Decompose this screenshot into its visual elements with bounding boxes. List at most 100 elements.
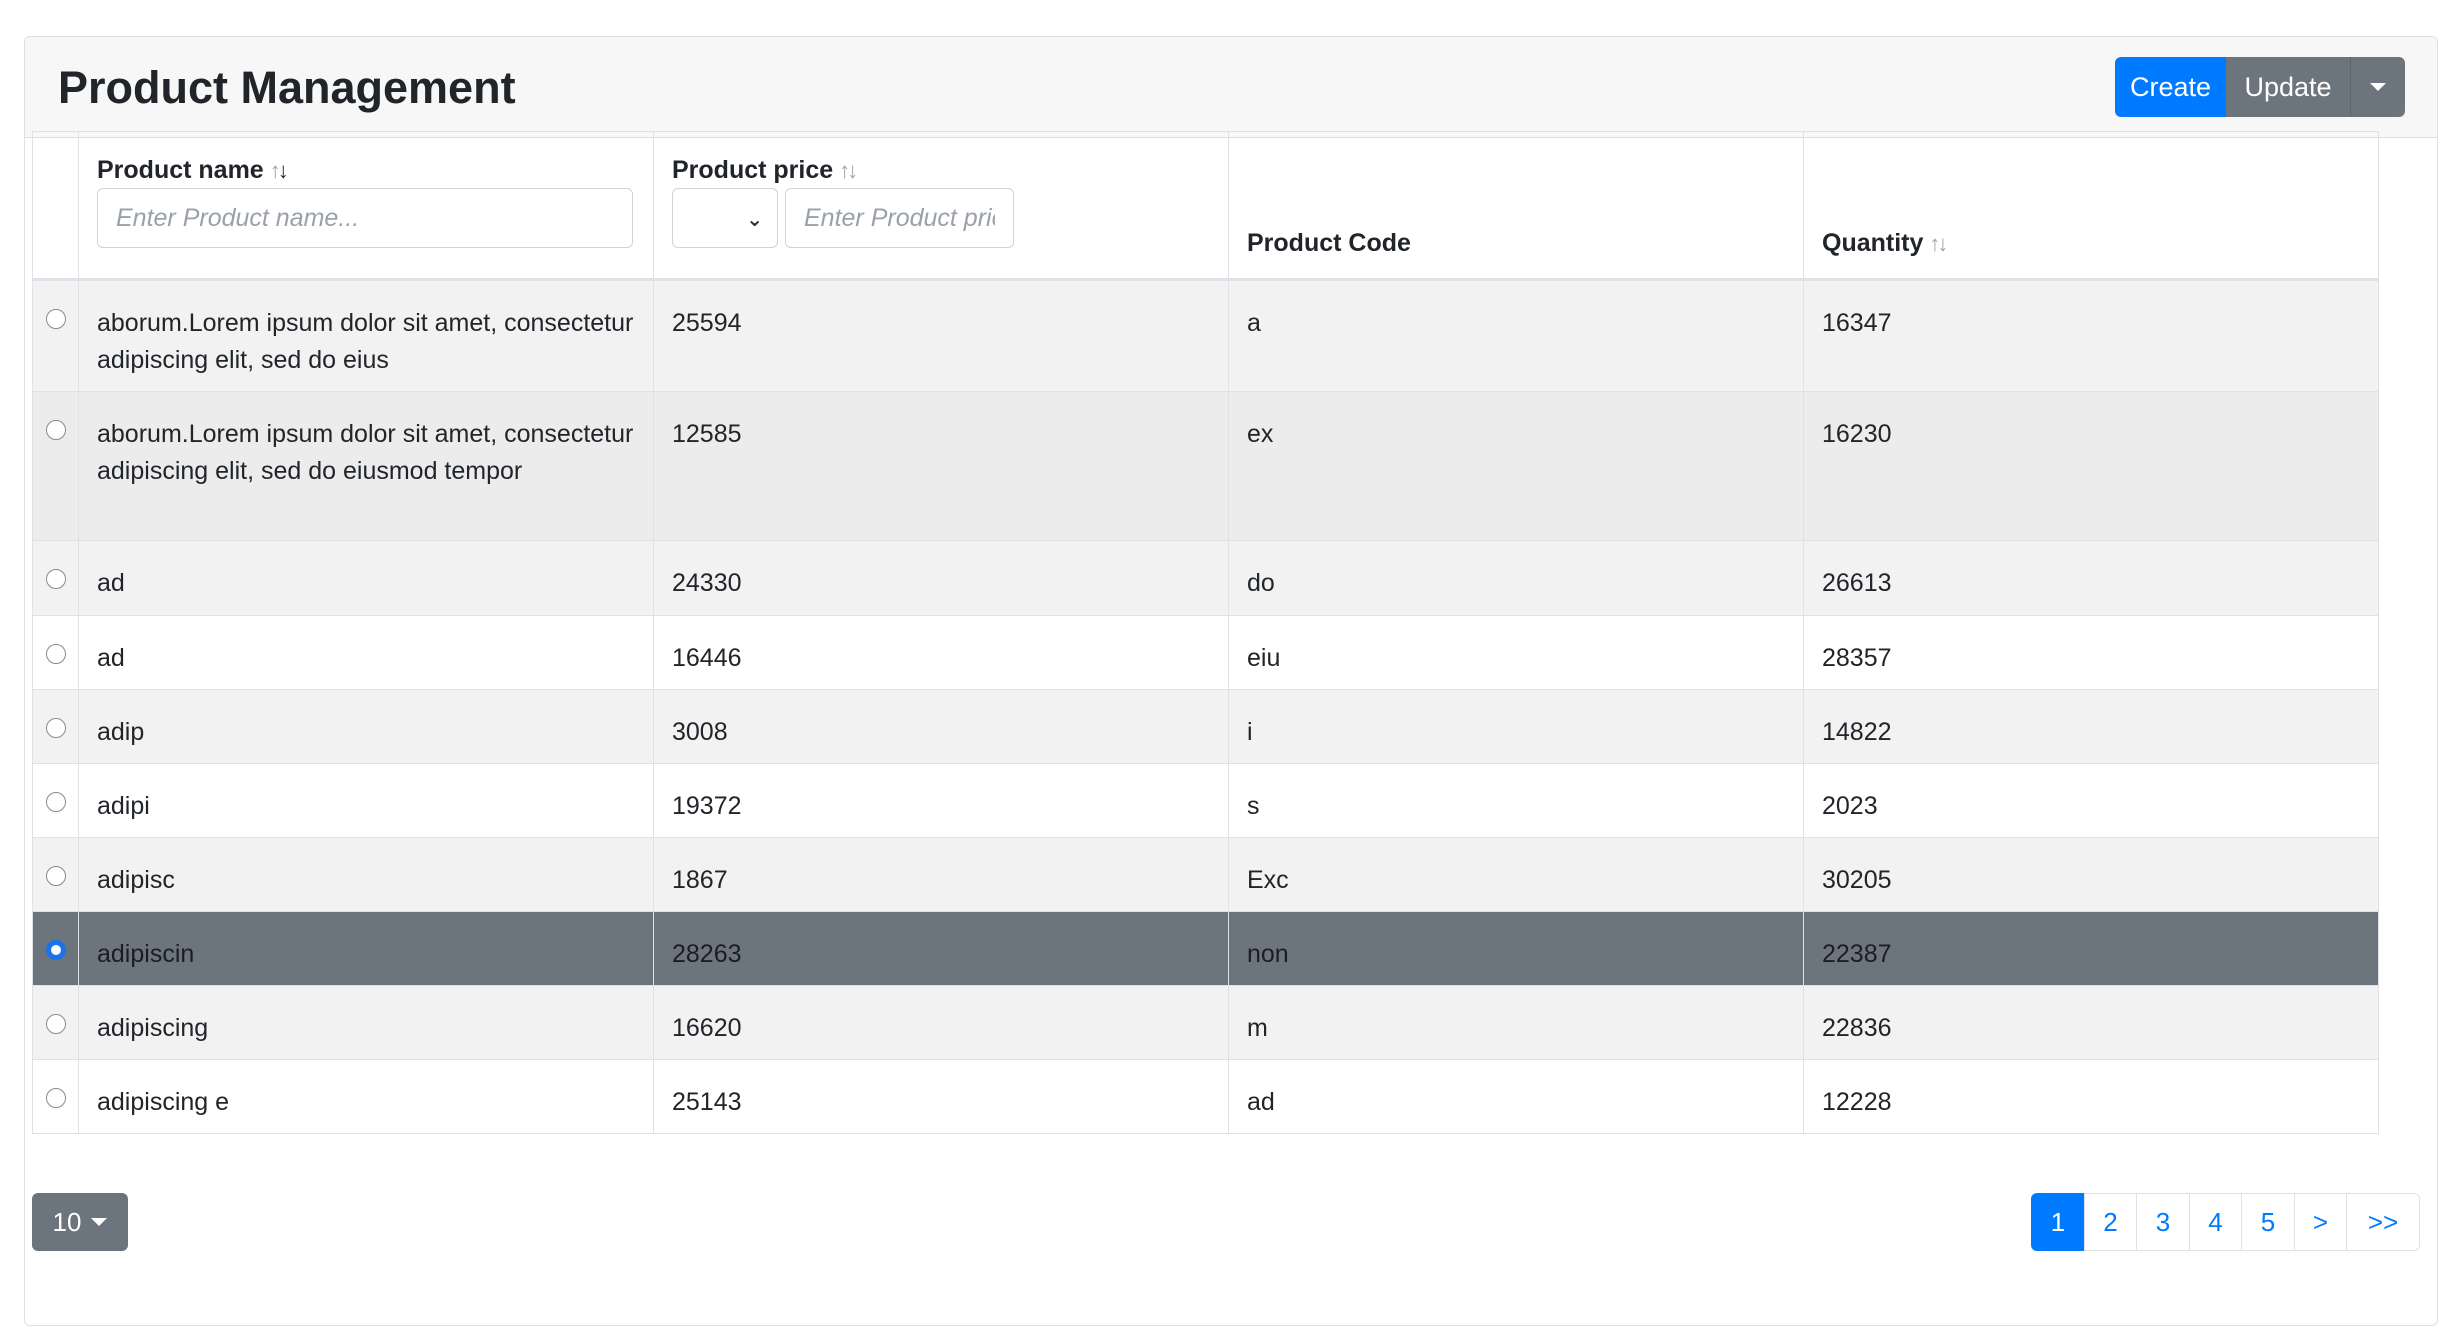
product-price-column-header: Product price ↑↓ ⌄ [653, 131, 1229, 281]
row-select-cell[interactable] [32, 1059, 79, 1134]
sort-icon[interactable]: ↑↓ [1929, 231, 1948, 257]
product-name-cell: ad [78, 615, 654, 690]
quantity-cell: 28357 [1803, 615, 2379, 690]
table-header-row: Product name ↑↓ Product price ↑↓ ⌄ Produ… [32, 131, 2379, 281]
row-radio[interactable] [45, 420, 66, 440]
quantity-cell: 22387 [1803, 911, 2379, 986]
row-select-cell[interactable] [32, 763, 79, 838]
table-row[interactable]: adipiscing e 25143 ad 12228 [32, 1059, 2379, 1134]
table-row-selected[interactable]: adipiscin 28263 non 22387 [32, 911, 2379, 986]
page-link-3[interactable]: 3 [2136, 1193, 2190, 1251]
row-radio[interactable] [45, 792, 66, 812]
product-name-cell: aborum.Lorem ipsum dolor sit amet, conse… [78, 391, 654, 541]
product-price-header-label[interactable]: Product price [672, 156, 833, 185]
product-code-cell: do [1228, 540, 1804, 616]
product-name-cell: adipiscin [78, 911, 654, 986]
create-button[interactable]: Create [2115, 57, 2226, 117]
quantity-column-header: Quantity ↑↓ [1803, 131, 2379, 281]
row-radio[interactable] [45, 644, 66, 664]
card-header: Product Management Create Update [25, 37, 2437, 138]
row-radio[interactable] [45, 569, 66, 589]
row-select-cell[interactable] [32, 837, 79, 912]
product-name-cell: adipiscing [78, 985, 654, 1060]
product-price-filter-input[interactable] [785, 188, 1014, 248]
quantity-cell: 2023 [1803, 763, 2379, 838]
price-comparator-select[interactable]: ⌄ [672, 188, 778, 248]
product-price-cell: 16620 [653, 985, 1229, 1060]
quantity-cell: 14822 [1803, 689, 2379, 764]
product-price-cell: 1867 [653, 837, 1229, 912]
table-row[interactable]: adipiscing 16620 m 22836 [32, 985, 2379, 1060]
product-code-cell: ex [1228, 391, 1804, 541]
page-link-2[interactable]: 2 [2083, 1193, 2138, 1251]
page-last-button[interactable]: >> [2346, 1193, 2420, 1251]
table-row[interactable]: adipi 19372 s 2023 [32, 763, 2379, 838]
row-select-cell[interactable] [32, 985, 79, 1060]
product-table: Product name ↑↓ Product price ↑↓ ⌄ Produ… [32, 131, 2379, 1134]
page-link-5[interactable]: 5 [2241, 1193, 2295, 1251]
row-select-cell[interactable] [32, 540, 79, 616]
row-radio-checked[interactable] [45, 940, 66, 960]
update-button[interactable]: Update [2226, 57, 2350, 117]
row-select-cell[interactable] [32, 689, 79, 764]
row-select-cell[interactable] [32, 911, 79, 986]
product-price-cell: 12585 [653, 391, 1229, 541]
page-size-dropdown[interactable]: 10 [32, 1193, 128, 1251]
quantity-cell: 16230 [1803, 391, 2379, 541]
sort-icon[interactable]: ↑↓ [270, 158, 289, 184]
product-name-header-label[interactable]: Product name [97, 156, 264, 185]
product-price-cell: 24330 [653, 540, 1229, 616]
row-select-cell[interactable] [32, 615, 79, 690]
product-code-cell: non [1228, 911, 1804, 986]
product-code-cell: eiu [1228, 615, 1804, 690]
product-name-cell: adipi [78, 763, 654, 838]
product-price-cell: 25143 [653, 1059, 1229, 1134]
action-button-group: Create Update [2115, 57, 2405, 117]
product-price-cell: 28263 [653, 911, 1229, 986]
product-name-filter-input[interactable] [97, 188, 633, 248]
table-row[interactable]: adip 3008 i 14822 [32, 689, 2379, 764]
chevron-down-icon: ⌄ [746, 209, 763, 231]
product-price-cell: 19372 [653, 763, 1229, 838]
quantity-cell: 30205 [1803, 837, 2379, 912]
product-name-cell: aborum.Lorem ipsum dolor sit amet, conse… [78, 279, 654, 392]
product-code-cell: m [1228, 985, 1804, 1060]
pagination: 1 2 3 4 5 > >> [2031, 1193, 2420, 1251]
product-name-cell: adip [78, 689, 654, 764]
product-name-cell: ad [78, 540, 654, 616]
row-radio[interactable] [45, 1014, 66, 1034]
page-link-4[interactable]: 4 [2188, 1193, 2243, 1251]
product-price-cell: 3008 [653, 689, 1229, 764]
product-price-cell: 16446 [653, 615, 1229, 690]
page-size-value: 10 [52, 1206, 82, 1237]
product-code-cell: Exc [1228, 837, 1804, 912]
select-column-header [32, 131, 79, 281]
table-row[interactable]: ad 24330 do 26613 [32, 540, 2379, 616]
page-title: Product Management [58, 62, 516, 113]
product-code-cell: s [1228, 763, 1804, 838]
product-name-column-header: Product name ↑↓ [78, 131, 654, 281]
product-name-cell: adipiscing e [78, 1059, 654, 1134]
update-dropdown-toggle[interactable] [2350, 57, 2405, 117]
row-radio[interactable] [45, 309, 66, 329]
product-code-cell: a [1228, 279, 1804, 392]
page-link-1[interactable]: 1 [2031, 1193, 2085, 1251]
product-code-cell: i [1228, 689, 1804, 764]
quantity-header-label[interactable]: Quantity [1822, 229, 1923, 258]
table-row[interactable]: aborum.Lorem ipsum dolor sit amet, conse… [32, 391, 2379, 541]
row-radio[interactable] [45, 866, 66, 886]
caret-down-icon [91, 1218, 108, 1226]
quantity-cell: 16347 [1803, 279, 2379, 392]
table-row[interactable]: adipisc 1867 Exc 30205 [32, 837, 2379, 912]
product-code-column-header: Product Code [1228, 131, 1804, 281]
table-row[interactable]: ad 16446 eiu 28357 [32, 615, 2379, 690]
quantity-cell: 22836 [1803, 985, 2379, 1060]
product-code-cell: ad [1228, 1059, 1804, 1134]
row-radio[interactable] [45, 718, 66, 738]
row-select-cell[interactable] [32, 279, 79, 392]
row-select-cell[interactable] [32, 391, 79, 541]
table-row[interactable]: aborum.Lorem ipsum dolor sit amet, conse… [32, 279, 2379, 392]
page-next-button[interactable]: > [2293, 1193, 2348, 1251]
sort-icon[interactable]: ↑↓ [839, 158, 858, 184]
row-radio[interactable] [45, 1088, 66, 1108]
